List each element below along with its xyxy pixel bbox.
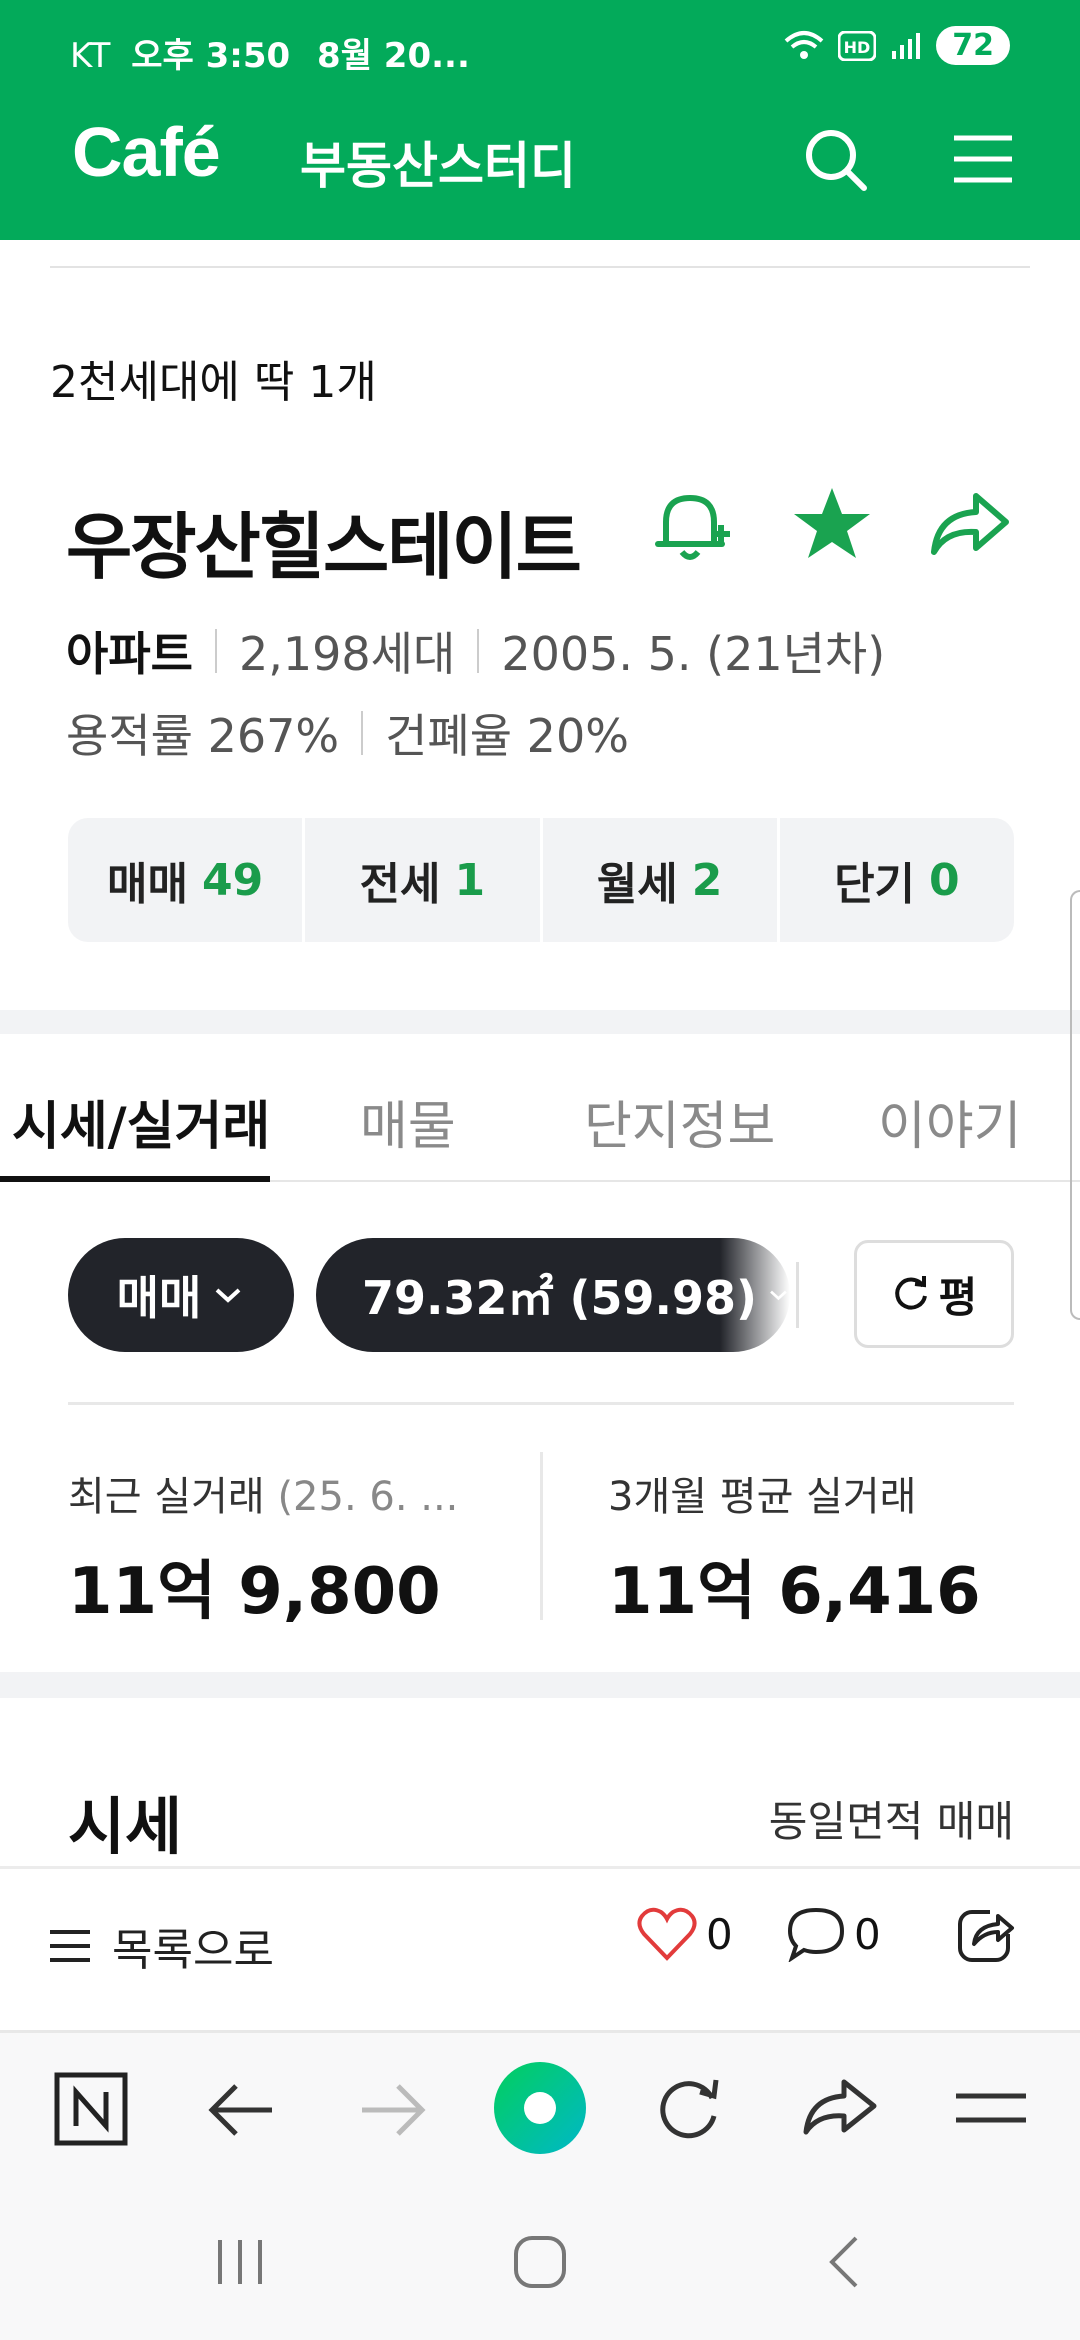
comment-icon	[787, 1907, 845, 1962]
back-icon[interactable]	[820, 2232, 870, 2292]
tab-listings[interactable]: 매물	[360, 1084, 456, 1159]
list-icon	[50, 1930, 90, 1962]
browser-menu-icon[interactable]	[954, 2090, 1028, 2126]
separator	[361, 711, 364, 755]
refresh-icon	[894, 1276, 927, 1310]
avg-price-label: 3개월 평균 실거래	[608, 1474, 917, 1520]
carrier: KT	[70, 36, 111, 76]
separator	[214, 629, 217, 673]
chevron-down-icon	[215, 1288, 241, 1303]
green-dot-icon[interactable]	[492, 2060, 588, 2156]
deal-label: 전세	[359, 859, 441, 910]
unit-label: 평	[938, 1272, 978, 1322]
back-to-list-label: 목록으로	[112, 1925, 274, 1976]
like-button[interactable]: 0	[636, 1906, 733, 1962]
share-arrow-icon[interactable]	[928, 482, 1012, 566]
share-forward-icon[interactable]	[802, 2074, 878, 2138]
separator	[477, 629, 480, 673]
section-gap	[0, 1672, 1080, 1698]
avg-price-value: 11억 6,416	[608, 1555, 981, 1629]
deal-monthly[interactable]: 월세 2	[543, 818, 780, 942]
tab-stories[interactable]: 이야기	[878, 1084, 1022, 1159]
tab-complex-info[interactable]: 단지정보	[584, 1084, 775, 1159]
area-dropdown[interactable]: 79.32㎡ (59.98)	[316, 1238, 790, 1352]
deal-count-bar: 매매 49 전세 1 월세 2 단기 0	[68, 818, 1014, 942]
deal-label: 단기	[834, 859, 916, 910]
active-tab-indicator	[0, 1176, 270, 1182]
comment-button[interactable]: 0	[786, 1906, 881, 1962]
apartment-type: 아파트	[66, 627, 193, 681]
status-date: 8월 20...	[317, 36, 470, 76]
deal-jeonse[interactable]: 전세 1	[305, 818, 543, 942]
recent-price-label: 최근 실거래 (25. 6. ...	[68, 1464, 458, 1522]
status-bar-left: KT 오후 3:50 8월 20...	[70, 28, 470, 77]
section-gap	[0, 1010, 1080, 1034]
tab-price-transactions[interactable]: 시세/실거래	[12, 1084, 270, 1159]
scroll-fade	[720, 1238, 790, 1352]
deal-count: 1	[454, 854, 486, 906]
coverage-ratio: 건폐율 20%	[385, 709, 629, 763]
svg-text:HD: HD	[844, 38, 871, 57]
divider	[50, 266, 1030, 268]
tab-bar: 시세/실거래 매물 단지정보 이야기	[0, 1034, 1080, 1184]
wifi-icon	[784, 30, 824, 59]
deal-label: 월세	[596, 859, 678, 910]
deal-count: 2	[691, 854, 723, 906]
search-icon[interactable]	[800, 124, 870, 194]
forward-arrow-icon[interactable]	[356, 2080, 428, 2140]
floor-area-ratio: 용적률 267%	[66, 709, 340, 763]
signal-icon	[892, 32, 921, 59]
share-icon[interactable]	[956, 1904, 1016, 1964]
home-icon[interactable]	[510, 2232, 570, 2292]
divider	[796, 1262, 799, 1328]
star-icon[interactable]	[790, 482, 874, 566]
hd-icon: HD	[838, 30, 877, 61]
recent-price-value: 11억 9,800	[68, 1555, 441, 1629]
status-bar-right: HD 72	[784, 26, 1010, 65]
households: 2,198세대	[238, 627, 456, 681]
reload-icon[interactable]	[654, 2072, 724, 2144]
recent-label-text: 최근 실거래	[68, 1474, 265, 1520]
post-body-text: 2천세대에 딱 1개	[50, 357, 377, 408]
bell-plus-icon[interactable]	[650, 482, 734, 566]
built-date: 2005. 5. (21년차)	[501, 627, 886, 681]
deal-count: 0	[929, 854, 960, 906]
status-time: 오후 3:50	[131, 36, 291, 76]
divider	[68, 1402, 1014, 1405]
menu-icon[interactable]	[948, 124, 1018, 194]
battery-level: 72	[936, 26, 1010, 65]
apartment-name[interactable]: 우장산힐스테이트	[66, 488, 582, 593]
recent-apps-icon[interactable]	[210, 2232, 270, 2292]
apartment-meta-line2: 용적률 267% 건폐율 20%	[66, 700, 629, 766]
naver-home-icon[interactable]	[54, 2072, 128, 2146]
unit-toggle-button[interactable]: 평	[854, 1240, 1014, 1348]
deal-type-value: 매매	[116, 1271, 202, 1325]
comment-count: 0	[854, 1909, 881, 1959]
scrollbar[interactable]	[1070, 890, 1080, 1320]
deal-count: 49	[201, 854, 264, 906]
deal-type-dropdown[interactable]: 매매	[68, 1238, 294, 1352]
like-count: 0	[706, 1909, 733, 1959]
divider	[540, 1452, 543, 1620]
area-value: 79.32㎡ (59.98)	[362, 1271, 758, 1325]
deal-short-term[interactable]: 단기 0	[780, 818, 1014, 942]
heart-icon	[637, 1907, 697, 1961]
back-to-list-button[interactable]: 목록으로	[48, 1914, 274, 1978]
deal-label: 매매	[107, 859, 188, 910]
section-title: 시세	[68, 1790, 183, 1863]
apartment-meta-line1: 아파트 2,198세대 2005. 5. (21년차)	[66, 618, 885, 684]
back-arrow-icon[interactable]	[206, 2080, 278, 2140]
same-area-sale-link[interactable]: 동일면적 매매	[769, 1788, 1014, 1849]
deal-sale[interactable]: 매매 49	[68, 818, 306, 942]
recent-date: (25. 6. ...	[277, 1474, 459, 1520]
cafe-logo[interactable]: Café	[72, 112, 221, 192]
cafe-name[interactable]: 부동산스터디	[300, 126, 576, 198]
